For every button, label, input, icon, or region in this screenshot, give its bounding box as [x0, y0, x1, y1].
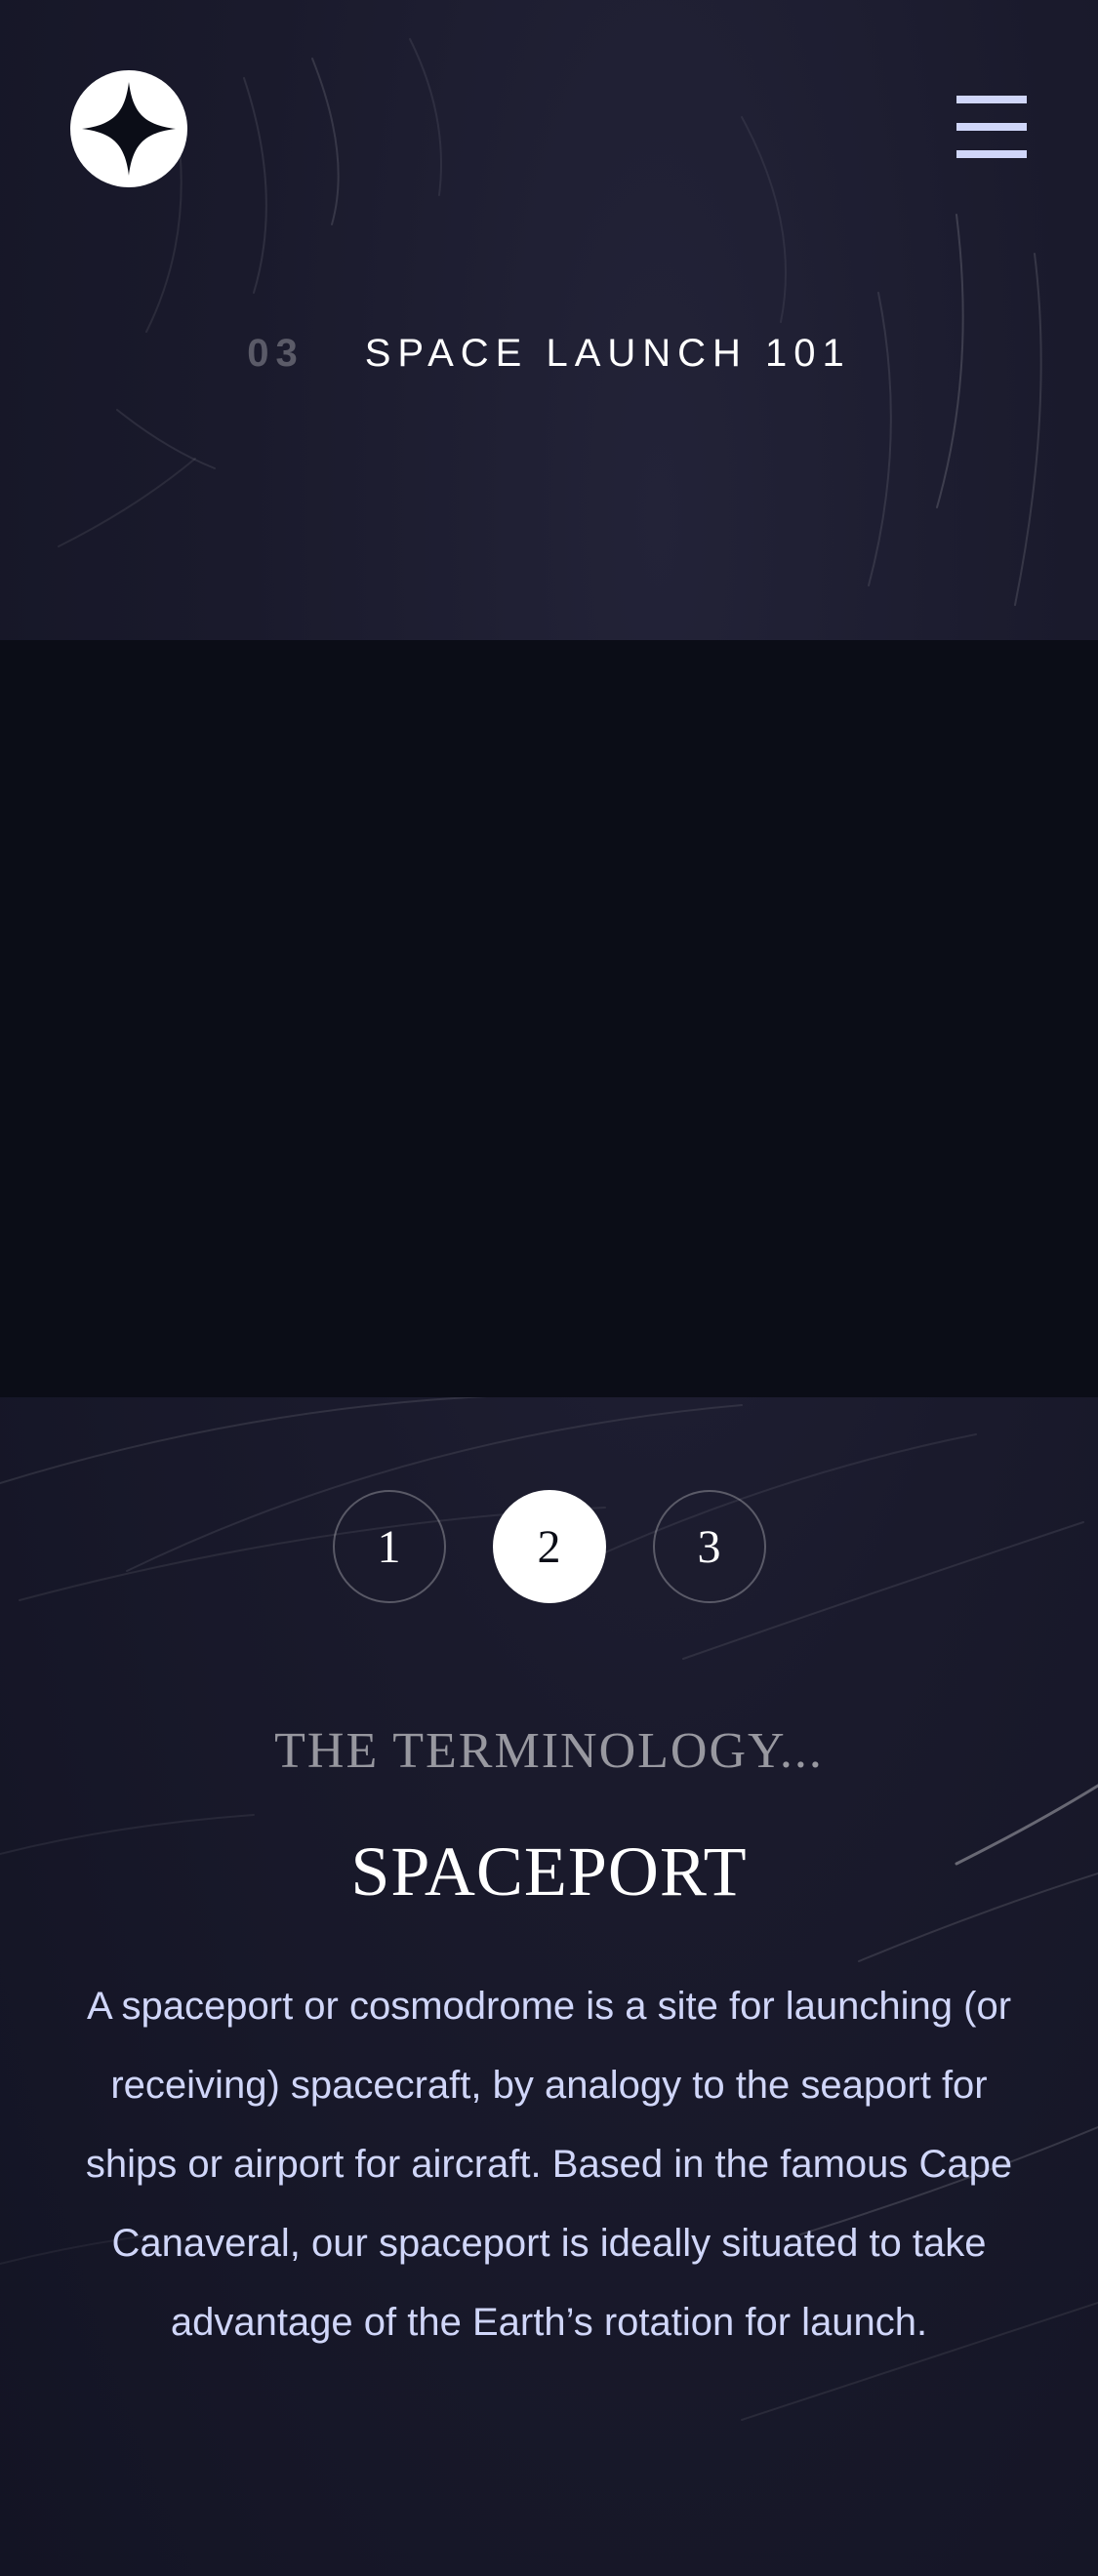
logo[interactable]	[70, 70, 187, 187]
page-title: SPACE LAUNCH 101	[364, 332, 851, 375]
section-eyebrow: THE TERMINOLOGY...	[274, 1723, 824, 1779]
pager-button-3[interactable]: 3	[652, 1490, 766, 1603]
menu-bar	[956, 96, 1027, 103]
terminology-pager: 1 2 3	[0, 1490, 1098, 1603]
four-point-star-icon	[70, 70, 187, 187]
menu-bar	[956, 123, 1027, 131]
term-description: A spaceport or cosmodrome is a site for …	[85, 1985, 1013, 2344]
launch-image-area	[0, 640, 1098, 1397]
menu-bar	[956, 150, 1027, 158]
pager-button-2[interactable]: 2	[492, 1490, 606, 1603]
page-heading: 03 SPACE LAUNCH 101	[0, 332, 1098, 376]
term-title: SPACEPORT	[350, 1832, 748, 1911]
pager-button-1[interactable]: 1	[332, 1490, 446, 1603]
page-number: 03	[247, 332, 305, 375]
hamburger-menu-icon[interactable]	[956, 96, 1029, 160]
